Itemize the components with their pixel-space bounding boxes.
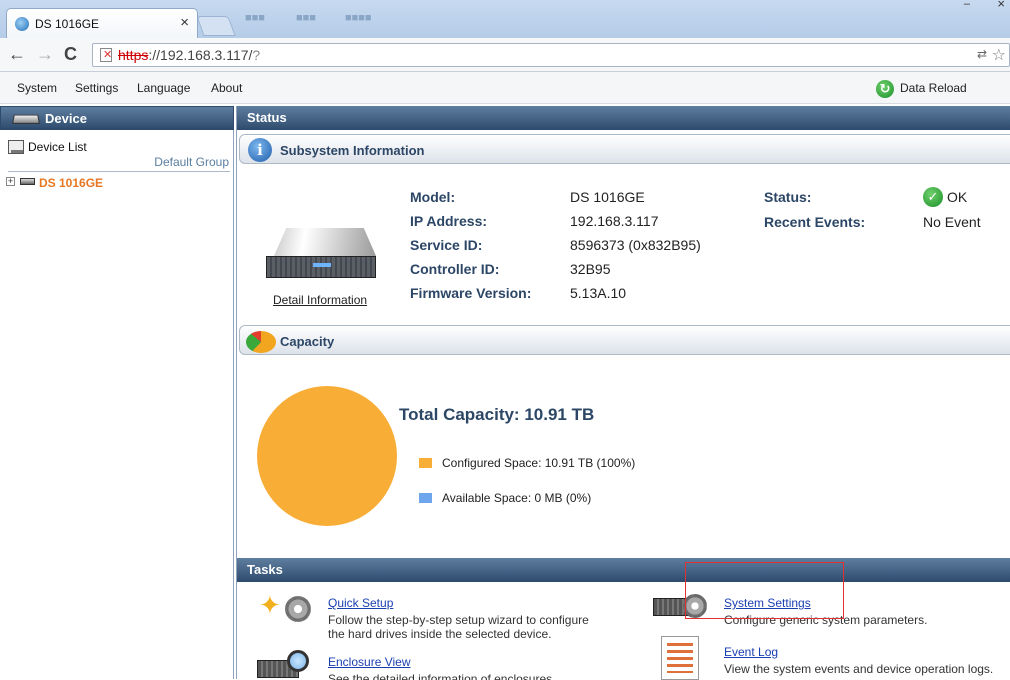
quick-setup-link[interactable]: Quick Setup xyxy=(328,596,393,610)
insecure-lock-icon[interactable] xyxy=(100,48,112,62)
service-id-value: 8596373 (0x832B95) xyxy=(570,237,701,253)
tasks-title: Tasks xyxy=(247,562,283,577)
status-panel: Status i Subsystem Information Detail In… xyxy=(236,106,1010,680)
firmware-version-label: Firmware Version: xyxy=(410,285,532,301)
menu-system[interactable]: System xyxy=(17,81,57,95)
device-panel-title: Device xyxy=(45,111,87,126)
ip-address-value: 192.168.3.117 xyxy=(570,213,659,229)
reload-icon[interactable]: C xyxy=(64,44,77,64)
capacity-pie-chart xyxy=(257,386,397,526)
device-icon xyxy=(12,114,40,124)
bookmark-star-icon[interactable]: ☆ xyxy=(992,45,1006,65)
storage-device-icon xyxy=(20,178,35,185)
info-icon: i xyxy=(248,138,272,162)
url-scheme: https xyxy=(118,47,149,63)
subsystem-info-header: i Subsystem Information xyxy=(239,134,1010,164)
translate-icon[interactable]: ⇄ xyxy=(977,47,987,61)
available-legend-swatch xyxy=(419,493,432,503)
ip-address-label: IP Address: xyxy=(410,213,488,229)
event-log-description: View the system events and device operat… xyxy=(724,662,994,676)
tasks-header: Tasks xyxy=(237,558,1010,582)
enclosure-view-link[interactable]: Enclosure View xyxy=(328,655,411,669)
tree-item-device[interactable]: DS 1016GE xyxy=(39,176,103,190)
ok-check-icon: ✓ xyxy=(923,187,943,207)
enclosure-view-icon[interactable] xyxy=(257,650,313,680)
subsystem-info-title: Subsystem Information xyxy=(280,143,425,158)
window-close-button[interactable]: × xyxy=(997,0,1005,11)
configured-legend-swatch xyxy=(419,458,432,468)
status-title: Status xyxy=(247,110,287,125)
blurred-tab-label: ■■■ xyxy=(296,12,316,24)
configured-space-legend: Configured Space: 10.91 TB (100%) xyxy=(442,456,636,470)
tree-expand-icon[interactable]: + xyxy=(6,177,15,186)
status-header: Status xyxy=(237,106,1010,130)
capacity-title: Capacity xyxy=(280,334,335,349)
controller-id-label: Controller ID: xyxy=(410,261,500,277)
recent-events-value: No Event xyxy=(923,214,981,230)
divider xyxy=(8,171,230,172)
quick-setup-description: Follow the step-by-step setup wizard to … xyxy=(328,613,589,641)
service-id-label: Service ID: xyxy=(410,237,483,253)
url-query: ? xyxy=(252,47,261,63)
browser-toolbar: ← → C https://192.168.3.117/? ⇄ ☆ xyxy=(0,38,1010,72)
recent-events-label: Recent Events: xyxy=(764,214,866,230)
menu-about[interactable]: About xyxy=(211,81,242,95)
window-minimize-button[interactable]: – xyxy=(964,0,970,10)
forward-arrow-icon[interactable]: → xyxy=(36,44,54,64)
menu-language[interactable]: Language xyxy=(137,81,190,95)
available-space-legend: Available Space: 0 MB (0%) xyxy=(442,491,592,505)
detail-information-link[interactable]: Detail Information xyxy=(273,293,367,307)
browser-tab-active[interactable]: DS 1016GE × xyxy=(6,8,198,38)
model-value: DS 1016GE xyxy=(570,189,645,205)
blurred-tab-label: ■■■ xyxy=(245,12,265,24)
address-bar[interactable]: https://192.168.3.117/? ⇄ ☆ xyxy=(92,43,1010,67)
menu-settings[interactable]: Settings xyxy=(75,81,118,95)
tab-close-button[interactable]: × xyxy=(180,14,189,31)
status-value: OK xyxy=(947,189,968,205)
annotation-highlight-box xyxy=(685,562,844,619)
capacity-header: Capacity xyxy=(239,325,1010,355)
tab-title: DS 1016GE xyxy=(35,17,100,31)
event-log-icon[interactable] xyxy=(661,636,699,680)
model-label: Model: xyxy=(410,189,456,205)
device-panel-header: Device xyxy=(0,106,234,130)
globe-icon xyxy=(15,17,29,31)
controller-id-value: 32B95 xyxy=(570,261,611,277)
new-tab-button[interactable] xyxy=(196,16,236,36)
url-text[interactable]: https://192.168.3.117/? xyxy=(118,47,260,63)
default-group-label: Default Group xyxy=(154,155,229,169)
browser-tab-bar: DS 1016GE × ■■■ ■■■ ■■■■ – × xyxy=(0,0,1010,38)
device-panel: Device Device List Default Group + DS 10… xyxy=(0,106,234,679)
blurred-tab-label: ■■■■ xyxy=(345,12,372,24)
device-list-label[interactable]: Device List xyxy=(28,140,87,154)
data-reload-icon[interactable]: ↻ xyxy=(876,80,894,98)
status-label: Status: xyxy=(764,189,812,205)
quick-setup-icon[interactable]: ✦ xyxy=(257,590,313,630)
pie-chart-icon xyxy=(246,331,276,353)
event-log-link[interactable]: Event Log xyxy=(724,645,778,659)
storage-device-image xyxy=(266,228,376,280)
data-reload-button[interactable]: Data Reload xyxy=(900,81,967,95)
firmware-version-value: 5.13A.10 xyxy=(570,285,627,301)
total-capacity: Total Capacity: 10.91 TB xyxy=(399,405,595,424)
url-host: ://192.168.3.117/ xyxy=(148,47,253,63)
app-menu-bar: System Settings Language About ↻ Data Re… xyxy=(0,72,1010,104)
back-arrow-icon[interactable]: ← xyxy=(8,44,26,64)
device-list-icon xyxy=(8,140,24,154)
